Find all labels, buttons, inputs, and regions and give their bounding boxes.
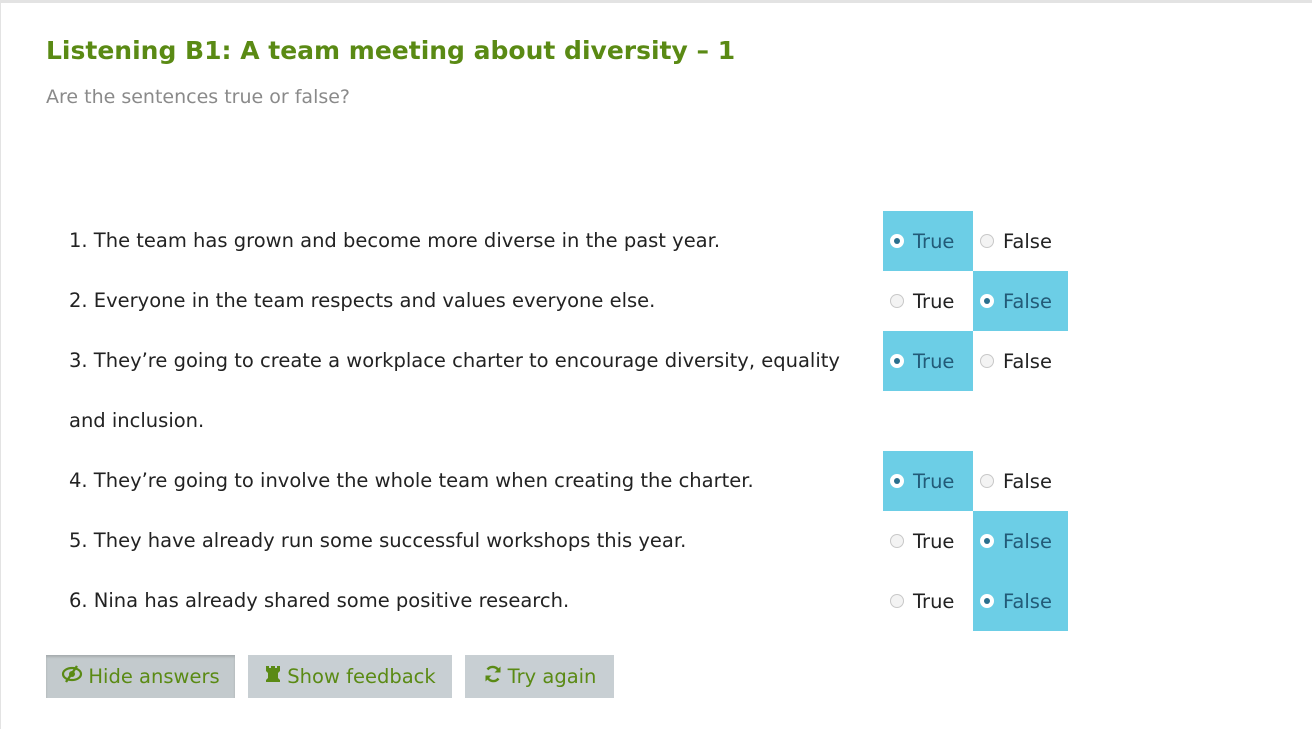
true-option[interactable]: True xyxy=(883,331,973,391)
radio-button[interactable] xyxy=(890,234,904,248)
false-option[interactable]: False xyxy=(973,211,1068,271)
show-feedback-button[interactable]: Show feedback xyxy=(248,655,452,698)
question-text: 2. Everyone in the team respects and val… xyxy=(69,289,656,312)
radio-button[interactable] xyxy=(890,294,904,308)
question-text: 6. Nina has already shared some positive… xyxy=(69,589,570,612)
false-option[interactable]: False xyxy=(973,511,1068,571)
false-label: False xyxy=(1003,589,1052,613)
true-label: True xyxy=(913,529,955,553)
question-text: 5. They have already run some successful… xyxy=(69,529,687,552)
true-option[interactable]: True xyxy=(883,511,973,571)
rook-icon xyxy=(264,665,282,688)
false-option[interactable]: False xyxy=(973,271,1068,331)
question-row: 4. They’re going to involve the whole te… xyxy=(0,451,1312,511)
instructions: Are the sentences true or false? xyxy=(46,86,351,108)
false-label: False xyxy=(1003,349,1052,373)
false-option[interactable]: False xyxy=(973,451,1068,511)
true-label: True xyxy=(913,589,955,613)
hide-answers-button[interactable]: Hide answers xyxy=(46,655,235,698)
true-label: True xyxy=(913,469,955,493)
question-row: 3. They’re going to create a workplace c… xyxy=(0,331,1312,451)
question-row: 1. The team has grown and become more di… xyxy=(0,211,1312,271)
radio-button[interactable] xyxy=(980,594,994,608)
false-option[interactable]: False xyxy=(973,571,1068,631)
radio-button[interactable] xyxy=(980,534,994,548)
false-label: False xyxy=(1003,529,1052,553)
true-option[interactable]: True xyxy=(883,271,973,331)
top-border xyxy=(0,0,1312,3)
radio-button[interactable] xyxy=(980,234,994,248)
false-label: False xyxy=(1003,229,1052,253)
question-text: 4. They’re going to involve the whole te… xyxy=(69,469,754,492)
radio-button[interactable] xyxy=(980,354,994,368)
true-label: True xyxy=(913,289,955,313)
radio-button[interactable] xyxy=(980,294,994,308)
show-feedback-label: Show feedback xyxy=(287,665,436,688)
question-row: 2. Everyone in the team respects and val… xyxy=(0,271,1312,331)
true-option[interactable]: True xyxy=(883,211,973,271)
false-option[interactable]: False xyxy=(973,331,1068,391)
radio-button[interactable] xyxy=(890,534,904,548)
radio-button[interactable] xyxy=(890,594,904,608)
refresh-icon xyxy=(483,664,503,689)
true-option[interactable]: True xyxy=(883,451,973,511)
true-option[interactable]: True xyxy=(883,571,973,631)
radio-button[interactable] xyxy=(980,474,994,488)
radio-button[interactable] xyxy=(890,474,904,488)
question-text: 3. They’re going to create a workplace c… xyxy=(69,349,840,432)
question-row: 5. They have already run some successful… xyxy=(0,511,1312,571)
page-title: Listening B1: A team meeting about diver… xyxy=(46,36,736,65)
try-again-button[interactable]: Try again xyxy=(465,655,614,698)
false-label: False xyxy=(1003,289,1052,313)
question-row: 6. Nina has already shared some positive… xyxy=(0,571,1312,631)
hide-answers-label: Hide answers xyxy=(88,665,220,688)
false-label: False xyxy=(1003,469,1052,493)
question-list: 1. The team has grown and become more di… xyxy=(0,211,1312,631)
eye-slash-icon xyxy=(61,665,83,688)
true-label: True xyxy=(913,349,955,373)
try-again-label: Try again xyxy=(507,665,597,688)
question-text: 1. The team has grown and become more di… xyxy=(69,229,721,252)
radio-button[interactable] xyxy=(890,354,904,368)
true-label: True xyxy=(913,229,955,253)
